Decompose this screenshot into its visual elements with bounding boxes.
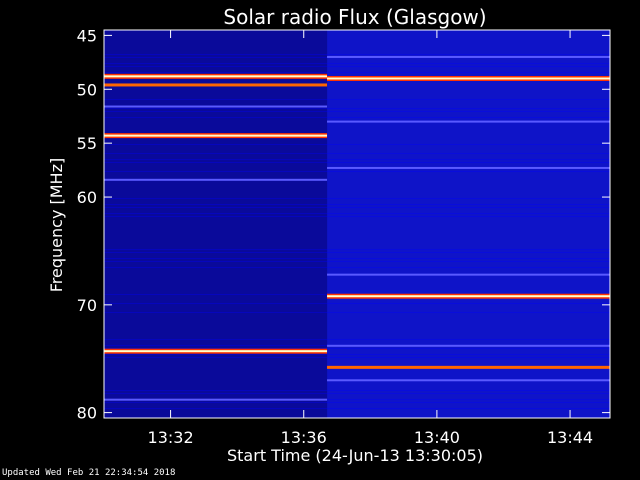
texture-stripe	[104, 213, 610, 214]
y-tick-label: 80	[77, 404, 97, 423]
texture-stripe	[104, 153, 610, 154]
texture-stripe	[104, 72, 610, 73]
y-tick-label: 55	[77, 134, 97, 153]
plot-background-right	[327, 30, 610, 418]
emission-line	[104, 178, 328, 181]
emission-line-core	[104, 75, 328, 78]
emission-line	[327, 55, 610, 58]
texture-stripe	[104, 390, 610, 391]
y-tick-label: 45	[77, 26, 97, 45]
x-tick-label: 13:40	[414, 428, 460, 447]
texture-stripe	[104, 111, 610, 112]
texture-stripe	[104, 171, 610, 172]
emission-line	[104, 105, 328, 108]
x-tick-label: 13:44	[547, 428, 593, 447]
texture-stripe	[104, 252, 610, 253]
texture-stripe	[104, 159, 610, 160]
texture-stripe	[104, 402, 610, 403]
emission-line	[327, 273, 610, 276]
texture-stripe	[104, 357, 610, 358]
emission-line	[327, 365, 610, 369]
y-tick-label: 50	[77, 80, 97, 99]
texture-stripe	[104, 63, 610, 64]
emission-line-core	[104, 134, 328, 137]
spectrogram-chart: Solar radio Flux (Glasgow) 455055607080 …	[47, 5, 611, 465]
texture-stripe	[104, 144, 610, 145]
emission-line	[327, 166, 610, 169]
texture-stripe	[104, 249, 610, 250]
texture-stripe	[104, 207, 610, 208]
texture-stripe	[104, 108, 610, 109]
emission-line-core	[104, 350, 328, 353]
emission-line-core	[327, 77, 610, 80]
texture-stripe	[104, 354, 610, 355]
texture-stripe	[104, 339, 610, 340]
chart-title: Solar radio Flux (Glasgow)	[223, 5, 486, 29]
emission-line-core	[327, 295, 610, 298]
texture-stripe	[104, 117, 610, 118]
updated-timestamp: Updated Wed Feb 21 22:34:54 2018	[2, 468, 176, 478]
x-axis-label: Start Time (24-Jun-13 13:30:05)	[227, 446, 483, 465]
emission-line	[327, 120, 610, 123]
x-tick-label: 13:36	[281, 428, 327, 447]
texture-stripe	[104, 162, 610, 163]
texture-stripe	[104, 258, 610, 259]
plot-background-left	[104, 30, 328, 418]
texture-stripe	[104, 267, 610, 268]
texture-stripe	[104, 198, 610, 199]
texture-stripe	[104, 216, 610, 217]
y-tick-label: 70	[77, 296, 97, 315]
emission-line	[104, 398, 328, 401]
texture-stripe	[104, 393, 610, 394]
texture-stripe	[104, 261, 610, 262]
x-tick-label: 13:32	[148, 428, 194, 447]
texture-stripe	[104, 204, 610, 205]
emission-line	[327, 344, 610, 347]
texture-stripe	[104, 303, 610, 304]
y-axis-label: Frequency [MHz]	[47, 158, 66, 292]
y-tick-label: 60	[77, 188, 97, 207]
texture-stripe	[104, 54, 610, 55]
emission-line	[104, 83, 328, 87]
texture-stripe	[104, 99, 610, 100]
texture-stripe	[104, 66, 610, 67]
plot-area	[103, 29, 611, 419]
texture-stripe	[104, 408, 610, 409]
texture-stripe	[104, 312, 610, 313]
emission-line	[327, 379, 610, 382]
